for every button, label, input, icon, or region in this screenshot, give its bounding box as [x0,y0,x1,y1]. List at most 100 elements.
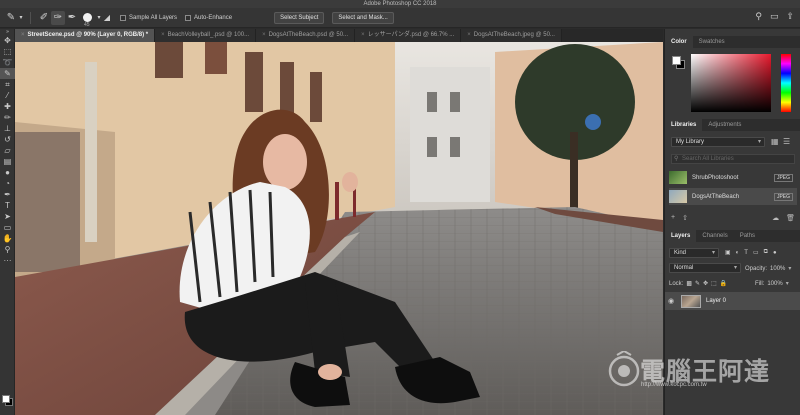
lasso-tool-icon[interactable]: ➰ [0,57,15,68]
filter-type-icon[interactable]: T [744,250,748,256]
trash-icon[interactable]: 🗑 [786,214,795,222]
blend-mode-select[interactable]: Normal ▾ [669,263,741,273]
fill-value[interactable]: 100% [767,281,782,287]
select-and-mask-button[interactable]: Select and Mask... [332,11,394,24]
opacity-value[interactable]: 100% [770,266,785,272]
quick-selection-tool-icon[interactable]: ✎ [0,68,15,79]
hue-slider[interactable] [781,54,791,112]
tab-channels[interactable]: Channels [696,230,733,242]
foreground-color-chip[interactable] [672,56,681,65]
opacity-row: Opacity: 100% ▾ [745,265,791,273]
library-select[interactable]: My Library ▾ [671,137,765,147]
tab-streetscene[interactable]: × StreetScene.psd @ 90% (Layer 0, RGB/8) … [15,29,156,42]
tab-layers[interactable]: Layers [665,230,697,242]
drainpipe [85,62,97,242]
grid-view-icon[interactable]: ▦ [771,137,779,146]
layer-filter-kind[interactable]: Kind ▾ [669,248,719,258]
eraser-tool-icon[interactable]: ▱ [0,145,15,156]
add-to-selection-brush-icon[interactable]: ✑ [51,10,65,25]
close-icon[interactable]: × [262,32,266,38]
zoom-tool-icon[interactable]: ⚲ [0,244,15,255]
upload-icon[interactable]: ⇧ [682,214,688,222]
close-icon[interactable]: × [361,32,365,38]
blend-mode-value: Normal [674,265,694,271]
crop-tool-icon[interactable]: ⌗ [0,79,15,90]
filter-adjustment-icon[interactable]: ◐ [736,250,740,256]
tool-preset-chevron-icon[interactable]: ▾ [18,11,24,25]
tab-beachvolleyball[interactable]: × BeachVolleyball_.psd @ 100... [155,29,257,42]
healing-brush-icon[interactable]: ✚ [0,101,15,112]
type-tool-icon[interactable]: T [0,200,15,211]
tab-libraries[interactable]: Libraries [665,119,703,131]
library-search-input[interactable]: ⚲ Search All Libraries [671,154,795,164]
filter-shape-icon[interactable]: ▭ [753,249,759,256]
lock-position-icon[interactable]: ✥ [703,280,708,287]
library-item[interactable]: ShrubPhotoshoot JPEG [669,169,797,186]
library-item-name: ShrubPhotoshoot [692,174,739,181]
lock-artboard-icon[interactable]: ⬚ [711,280,717,287]
window [205,42,227,74]
brush-size: 45 [84,21,90,28]
document-canvas[interactable] [15,42,663,415]
path-selection-icon[interactable]: ➤ [0,211,15,222]
tab-dogsatthebeach-psd[interactable]: × DogsAtTheBeach.psd @ 50... [256,29,356,42]
tab-color[interactable]: Color [665,36,693,48]
tab-red-panda[interactable]: × レッサーパンダ.psd @ 66.7% ... [355,29,462,42]
chevron-down-icon[interactable]: ▾ [788,265,791,272]
foreground-color-swatch[interactable] [2,395,10,403]
new-selection-brush-icon[interactable]: ✐ [37,11,51,25]
filter-pixel-icon[interactable]: ▣ [725,249,731,256]
lock-label: Lock: [669,280,684,287]
marquee-tool-icon[interactable]: ⬚ [0,46,15,57]
library-item-thumbnail [669,190,687,203]
close-icon[interactable]: × [467,32,471,38]
search-icon[interactable]: ⚲ [755,11,762,22]
hand-tool-icon[interactable]: ✋ [0,233,15,244]
layer-row[interactable]: ◉ Layer 0 [665,292,800,310]
quick-selection-tool-icon[interactable]: ✎ [4,11,18,25]
lock-paint-icon[interactable]: ✎ [695,280,700,287]
lock-all-icon[interactable]: 🔒 [720,280,727,287]
close-icon[interactable]: × [161,32,165,38]
stamp-tool-icon[interactable]: ⊥ [0,123,15,134]
pen-tool-icon[interactable]: ✒ [0,189,15,200]
more-tools-icon[interactable]: ··· [0,255,15,266]
tab-paths[interactable]: Paths [734,230,761,242]
share-icon[interactable]: ⇪ [786,11,794,22]
filter-smart-icon[interactable]: ⧉ [764,249,768,256]
move-tool-icon[interactable]: ✥ [0,35,15,46]
tab-swatches[interactable]: Swatches [693,36,731,48]
lock-pixels-icon[interactable]: ▩ [686,280,692,287]
list-view-icon[interactable]: ☰ [783,137,790,146]
subtract-selection-brush-icon[interactable]: ✒ [65,11,79,25]
opacity-label: Opacity: [745,265,768,272]
bollard [335,182,339,220]
sync-icon[interactable]: ☁ [772,214,779,222]
tab-dogsatthebeach-jpeg[interactable]: × DogsAtTheBeach.jpeg @ 50... [461,29,562,42]
fill-label: Fill: [755,280,765,287]
library-item-thumbnail [669,171,687,184]
workspace-icon[interactable]: ▭ [770,11,779,22]
watermark-url: http://www.kocpc.com.tw [641,382,707,388]
brush-tool-icon[interactable]: ✏ [0,112,15,123]
gradient-tool-icon[interactable]: ▤ [0,156,15,167]
filter-toggle-icon[interactable]: ● [773,250,777,256]
blur-tool-icon[interactable]: ● [0,167,15,178]
far-window [427,92,437,112]
auto-enhance-checkbox[interactable]: Auto-Enhance [185,14,232,21]
select-subject-button[interactable]: Select Subject [274,11,325,24]
library-select-value: My Library [676,139,705,145]
chevron-down-icon[interactable]: ▾ [786,280,789,287]
shape-tool-icon[interactable]: ▭ [0,222,15,233]
sample-all-layers-checkbox[interactable]: Sample All Layers [120,14,177,21]
close-icon[interactable]: × [21,32,25,38]
eyedropper-tool-icon[interactable]: ⁄ [0,90,15,101]
tab-adjustments[interactable]: Adjustments [702,119,747,131]
visibility-eye-icon[interactable]: ◉ [665,297,677,305]
color-field[interactable] [691,54,771,112]
library-item[interactable]: DogsAtTheBeach JPEG [669,188,797,205]
dodge-tool-icon[interactable]: ◔ [0,178,15,189]
add-content-icon[interactable]: + [671,214,675,222]
brush-angle-icon[interactable]: ◢ [102,11,112,25]
history-brush-icon[interactable]: ↺ [0,134,15,145]
